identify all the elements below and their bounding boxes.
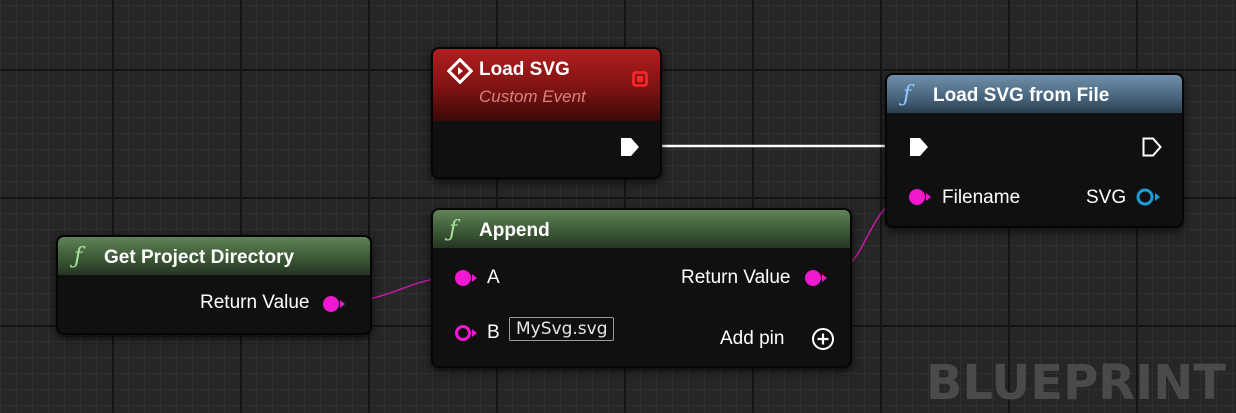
event-diamond-icon [447, 58, 473, 84]
input-b-label: B [487, 322, 500, 343]
function-icon: ƒ [74, 244, 83, 269]
load-svg-event-node[interactable]: Load SVG Custom Event [431, 47, 662, 179]
exec-input-pin[interactable] [908, 136, 930, 158]
function-icon: ƒ [903, 82, 912, 107]
svg-output-pin[interactable] [1136, 187, 1162, 207]
append-node[interactable]: ƒ Append A Return Value B MySvg.svg Add … [431, 208, 852, 368]
input-b-pin[interactable] [454, 323, 478, 343]
function-icon: ƒ [449, 217, 458, 242]
input-a-pin[interactable] [454, 268, 478, 288]
add-pin-label[interactable]: Add pin [720, 328, 784, 350]
load-svg-event-header[interactable]: Load SVG Custom Event [433, 49, 660, 121]
filename-pin[interactable] [908, 187, 932, 207]
node-title: Append [479, 220, 550, 241]
exec-output-pin[interactable] [619, 136, 641, 158]
return-value-pin[interactable] [804, 268, 828, 288]
node-title: Get Project Directory [104, 247, 295, 268]
return-value-label: Return Value [200, 292, 310, 313]
node-title: Load SVG [479, 59, 570, 80]
node-subtitle: Custom Event [479, 87, 586, 106]
filename-label: Filename [942, 187, 1021, 208]
load-svg-from-file-node[interactable]: ƒ Load SVG from File Filename SVG [885, 73, 1184, 228]
input-a-label: A [487, 267, 500, 288]
node-title: Load SVG from File [933, 85, 1110, 106]
svg-output-label: SVG [1086, 187, 1127, 208]
delegate-pin-icon[interactable] [632, 71, 648, 87]
exec-output-pin[interactable] [1141, 136, 1163, 158]
blueprint-watermark: BLUEPRINT [925, 355, 1226, 411]
return-value-pin[interactable] [322, 294, 346, 314]
return-value-label: Return Value [681, 267, 791, 288]
add-pin-icon[interactable] [811, 327, 835, 351]
get-project-directory-node[interactable]: ƒ Get Project Directory Return Value [56, 235, 372, 335]
get-project-directory-header[interactable]: ƒ Get Project Directory [58, 237, 370, 275]
load-svg-from-file-header[interactable]: ƒ Load SVG from File [887, 75, 1182, 113]
input-b-value-field[interactable]: MySvg.svg [509, 317, 615, 341]
append-header[interactable]: ƒ Append [433, 210, 850, 248]
